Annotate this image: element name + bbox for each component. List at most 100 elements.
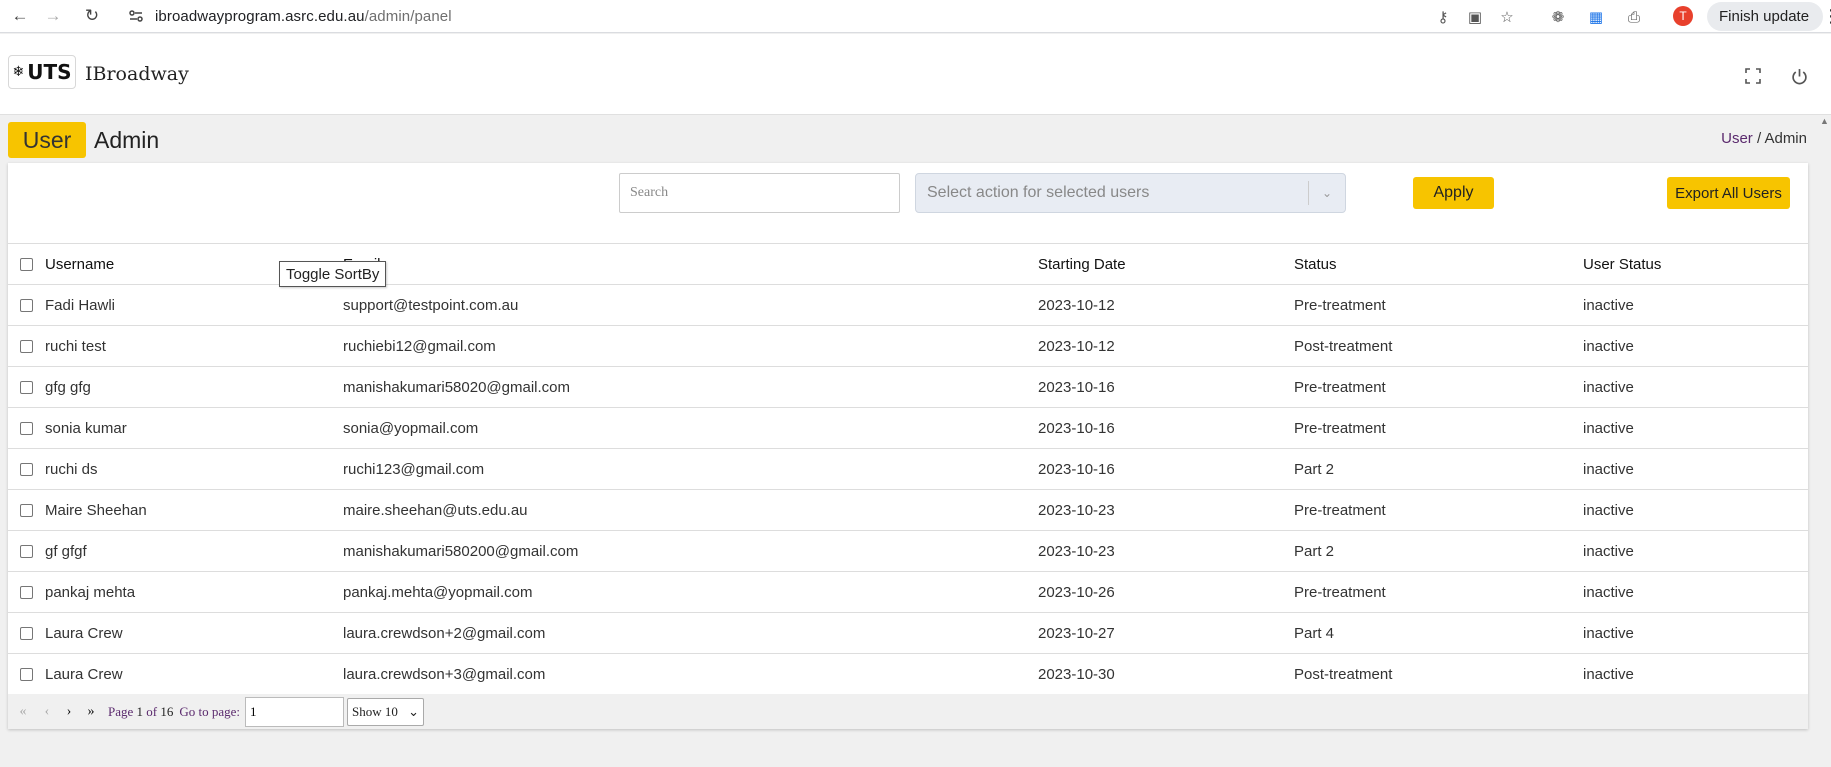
cell-username: Laura Crew: [45, 624, 123, 642]
row-checkbox[interactable]: [20, 422, 33, 436]
table-row: ruchi test ruchiebi12@gmail.com 2023-10-…: [8, 326, 1808, 367]
row-checkbox[interactable]: [20, 586, 33, 600]
column-header-email[interactable]: Email: [343, 244, 1038, 285]
row-checkbox[interactable]: [20, 381, 33, 395]
table-row: pankaj mehta pankaj.mehta@yopmail.com 20…: [8, 572, 1808, 613]
breadcrumb-user-link[interactable]: User: [1721, 130, 1753, 147]
cell-status: Pre-treatment: [1294, 501, 1386, 519]
cell-status: Part 2: [1294, 542, 1335, 560]
cell-status: Pre-treatment: [1294, 419, 1386, 437]
chevron-down-icon: ⌄: [408, 703, 420, 719]
extensions-puzzle-icon[interactable]: ⎙: [1622, 5, 1646, 29]
cell-user-status: inactive: [1583, 542, 1634, 560]
profile-avatar[interactable]: T: [1673, 6, 1693, 26]
sort-tooltip: Toggle SortBy: [279, 261, 387, 287]
uts-logo[interactable]: ❄ UTS: [8, 55, 76, 89]
cell-username: Laura Crew: [45, 665, 123, 683]
page-title-row: User Admin User / Admin: [0, 115, 1831, 163]
row-checkbox[interactable]: [20, 627, 33, 641]
prev-page-icon[interactable]: ‹: [38, 704, 56, 720]
cell-starting-date: 2023-10-16: [1038, 460, 1115, 478]
table-row: Fadi Hawli support@testpoint.com.au 2023…: [8, 285, 1808, 326]
cell-status: Part 4: [1294, 624, 1335, 642]
page-title: Admin: [94, 127, 160, 153]
table-row: gf gfgf manishakumari580200@gmail.com 20…: [8, 531, 1808, 572]
row-checkbox[interactable]: [20, 299, 33, 313]
cell-email: pankaj.mehta@yopmail.com: [343, 583, 533, 601]
chevron-down-icon[interactable]: ⌄: [1309, 186, 1345, 200]
scroll-up-arrow-icon[interactable]: ▲: [1820, 116, 1829, 126]
bookmark-star-icon[interactable]: ☆: [1495, 5, 1519, 29]
breadcrumb: User / Admin: [1721, 130, 1807, 147]
url-host: ibroadwayprogram.asrc.edu.au: [155, 8, 365, 25]
column-header-status[interactable]: Status: [1294, 244, 1583, 285]
apply-button[interactable]: Apply: [1413, 177, 1494, 209]
password-key-icon[interactable]: ⚷: [1431, 5, 1455, 29]
forward-arrow-icon[interactable]: →: [42, 5, 64, 27]
select-all-checkbox[interactable]: [20, 258, 33, 272]
install-app-icon[interactable]: ▣: [1463, 5, 1487, 29]
goto-page-input[interactable]: [245, 696, 345, 727]
cell-email: manishakumari580200@gmail.com: [343, 542, 579, 560]
cell-starting-date: 2023-10-16: [1038, 419, 1115, 437]
cell-email: ruchi123@gmail.com: [343, 460, 485, 478]
goto-page-label: Go to page:: [179, 703, 241, 719]
first-page-icon[interactable]: «: [14, 704, 32, 720]
cell-user-status: inactive: [1583, 419, 1634, 437]
last-page-icon[interactable]: »: [82, 704, 100, 720]
row-checkbox[interactable]: [20, 463, 33, 477]
cell-email: manishakumari58020@gmail.com: [343, 378, 570, 396]
cell-starting-date: 2023-10-16: [1038, 378, 1115, 396]
next-page-icon[interactable]: ›: [60, 704, 78, 720]
bulk-action-select[interactable]: Select action for selected users ⌄: [915, 173, 1346, 213]
site-settings-icon[interactable]: [126, 6, 146, 26]
cell-user-status: inactive: [1583, 337, 1634, 355]
cell-username: Fadi Hawli: [45, 296, 116, 314]
back-arrow-icon[interactable]: ←: [9, 5, 31, 27]
table-row: Laura Crew laura.crewdson+2@gmail.com 20…: [8, 613, 1808, 654]
cell-user-status: inactive: [1583, 665, 1634, 683]
bulk-action-placeholder: Select action for selected users: [927, 184, 1150, 201]
users-panel: Select action for selected users ⌄ Apply…: [8, 163, 1808, 729]
cell-email: ruchiebi12@gmail.com: [343, 337, 496, 355]
app-header: ❄ UTS IBroadway: [0, 34, 1831, 115]
address-bar[interactable]: ibroadwayprogram.asrc.edu.au/admin/panel: [155, 8, 452, 25]
column-header-starting-date[interactable]: Starting Date: [1038, 244, 1294, 285]
cell-username: gf gfgf: [45, 542, 87, 560]
cell-username: gfg gfg: [45, 378, 91, 396]
cell-username: ruchi ds: [45, 460, 98, 478]
more-menu-icon[interactable]: ⋮: [1822, 6, 1831, 27]
pagination-bar: « ‹ › » Page 1 of 16 Go to page: Show 10…: [8, 694, 1808, 729]
table-header-row: Username Email Starting Date Status User…: [8, 243, 1808, 285]
power-icon[interactable]: [1787, 64, 1811, 88]
cell-email: laura.crewdson+2@gmail.com: [343, 624, 546, 642]
cell-user-status: inactive: [1583, 460, 1634, 478]
fullscreen-icon[interactable]: [1741, 64, 1765, 88]
table-row: ruchi ds ruchi123@gmail.com 2023-10-16 P…: [8, 449, 1808, 490]
search-input[interactable]: [619, 173, 900, 213]
breadcrumb-current: Admin: [1764, 130, 1807, 147]
users-table: Username Email Starting Date Status User…: [8, 243, 1808, 695]
cell-status: Post-treatment: [1294, 665, 1393, 683]
row-checkbox[interactable]: [20, 340, 33, 354]
cell-status: Pre-treatment: [1294, 296, 1386, 314]
total-pages: 16: [160, 703, 174, 719]
cell-user-status: inactive: [1583, 378, 1634, 396]
reload-icon[interactable]: ↻: [81, 5, 103, 27]
cell-starting-date: 2023-10-27: [1038, 624, 1115, 642]
table-row: gfg gfg manishakumari58020@gmail.com 202…: [8, 367, 1808, 408]
row-checkbox[interactable]: [20, 504, 33, 518]
export-all-users-button[interactable]: Export All Users: [1667, 177, 1790, 209]
column-header-user-status[interactable]: User Status: [1583, 244, 1808, 285]
page-size-select[interactable]: Show 10 ⌄: [347, 697, 425, 726]
table-row: Laura Crew laura.crewdson+3@gmail.com 20…: [8, 654, 1808, 695]
extension-icon[interactable]: ❁: [1546, 5, 1570, 29]
cell-email: laura.crewdson+3@gmail.com: [343, 665, 546, 683]
cell-username: ruchi test: [45, 337, 106, 355]
browser-toolbar: ← → ↻ ibroadwayprogram.asrc.edu.au/admin…: [0, 0, 1831, 33]
cell-username: pankaj mehta: [45, 583, 136, 601]
row-checkbox[interactable]: [20, 545, 33, 559]
extension-f-icon[interactable]: ▦: [1584, 5, 1608, 29]
finish-update-button[interactable]: Finish update: [1707, 2, 1824, 31]
row-checkbox[interactable]: [20, 668, 33, 682]
